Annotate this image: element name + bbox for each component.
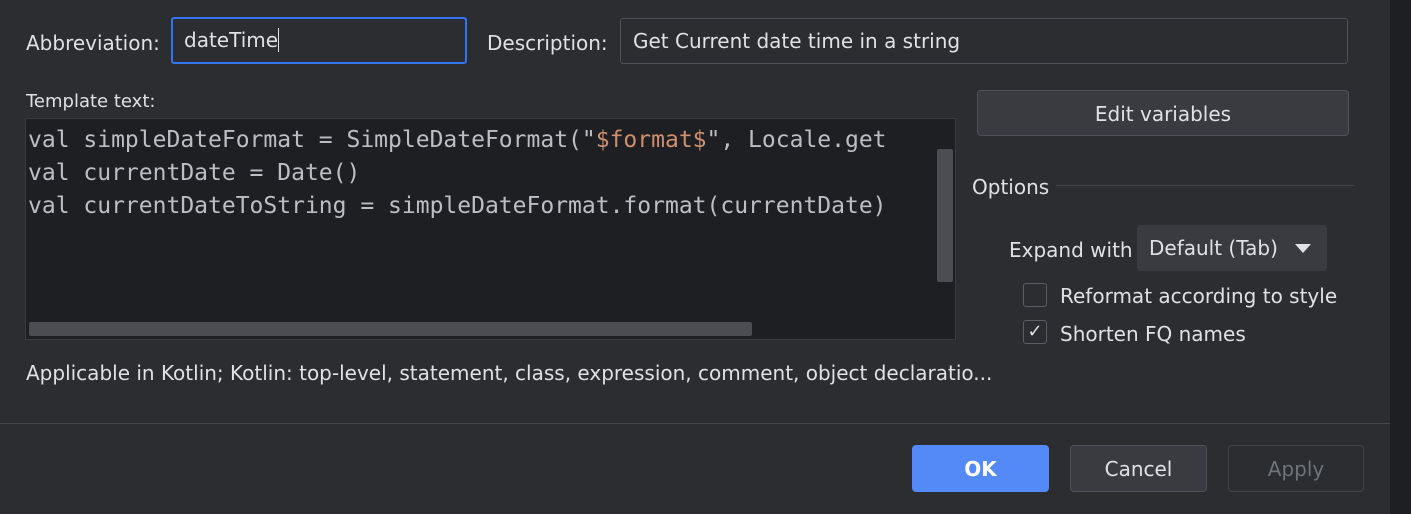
- shorten-fq-checkbox[interactable]: ✓: [1023, 320, 1047, 344]
- template-code: val simpleDateFormat = SimpleDateFormat(…: [28, 124, 887, 223]
- horizontal-scrollbar[interactable]: [29, 322, 752, 336]
- code-line-1: val simpleDateFormat = SimpleDateFormat(…: [28, 127, 887, 153]
- reformat-label: Reformat according to style: [1060, 284, 1338, 308]
- cancel-button[interactable]: Cancel: [1070, 445, 1207, 492]
- options-separator: [1056, 185, 1354, 186]
- chevron-down-icon: [1295, 244, 1311, 253]
- template-variable: $format$: [595, 127, 707, 153]
- shorten-fq-label: Shorten FQ names: [1060, 322, 1246, 346]
- abbreviation-input[interactable]: dateTime: [171, 17, 467, 64]
- abbreviation-value: dateTime: [184, 28, 279, 52]
- options-title: Options: [972, 175, 1050, 199]
- expand-with-label: Expand with: [1009, 238, 1133, 262]
- edit-variables-button[interactable]: Edit variables: [977, 90, 1349, 136]
- window-edge: [1390, 0, 1411, 514]
- apply-button[interactable]: Apply: [1228, 445, 1364, 492]
- template-text-label: Template text:: [26, 91, 156, 112]
- ok-button[interactable]: OK: [912, 445, 1049, 492]
- code-line-2: val currentDate = Date(): [28, 160, 361, 186]
- abbreviation-label: Abbreviation:: [26, 31, 160, 55]
- code-line-3: val currentDateToString = simpleDateForm…: [28, 193, 887, 219]
- template-editor[interactable]: val simpleDateFormat = SimpleDateFormat(…: [25, 118, 956, 340]
- expand-with-dropdown[interactable]: Default (Tab): [1137, 225, 1327, 271]
- applicable-contexts-link[interactable]: Applicable in Kotlin; Kotlin: top-level,…: [26, 361, 992, 385]
- checkmark-icon: ✓: [1027, 321, 1043, 342]
- description-label: Description:: [487, 31, 608, 55]
- text-caret: [278, 28, 280, 52]
- vertical-scrollbar[interactable]: [937, 149, 953, 282]
- expand-with-value: Default (Tab): [1149, 236, 1278, 260]
- reformat-checkbox[interactable]: [1023, 283, 1047, 307]
- footer-separator: [0, 423, 1390, 424]
- description-input[interactable]: Get Current date time in a string: [620, 18, 1348, 64]
